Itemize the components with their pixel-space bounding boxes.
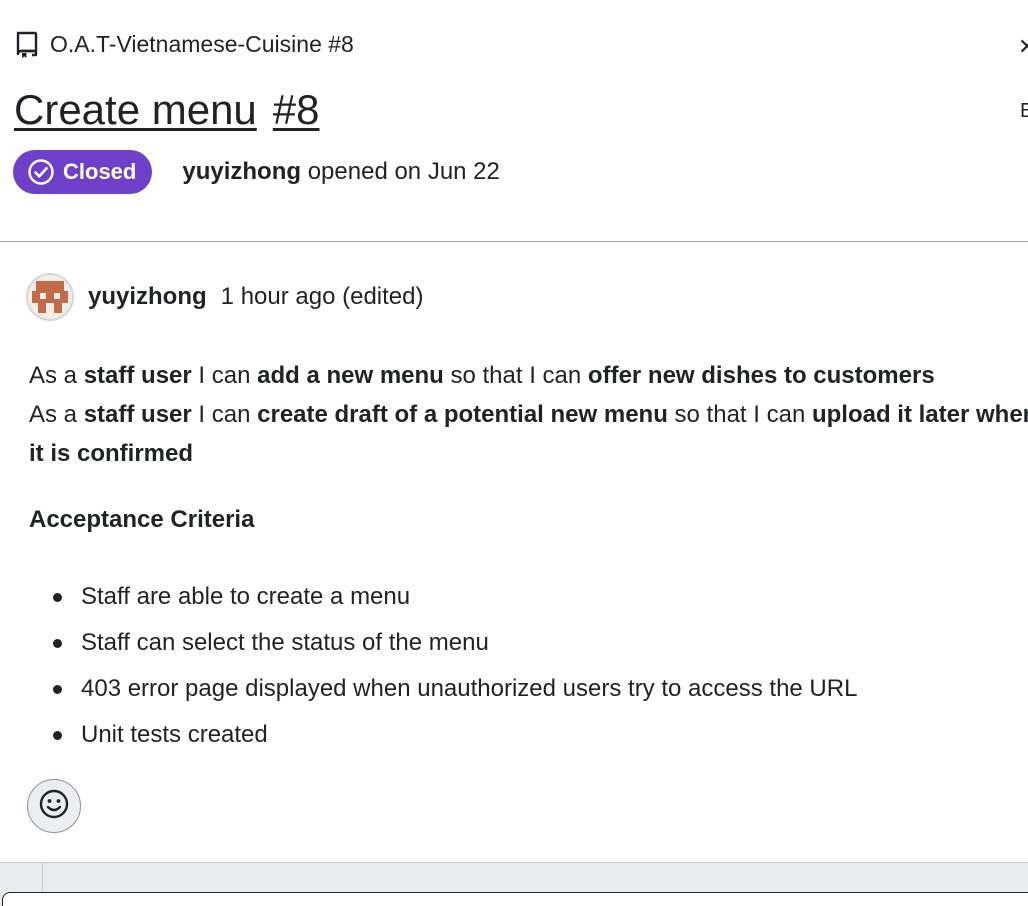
acceptance-criteria-list: Staff are able to create a menu Staff ca…	[53, 574, 857, 758]
bullet-icon	[53, 730, 62, 740]
issue-meta: Closed yuyizhong opened on Jun 22	[13, 150, 500, 194]
next-timeline-box	[2, 892, 1028, 906]
comment-timestamp[interactable]: 1 hour ago (edited)	[221, 283, 424, 311]
repo-icon	[14, 30, 40, 58]
status-label: Closed	[63, 159, 137, 184]
bullet-icon	[53, 638, 62, 648]
bullet-icon	[53, 592, 62, 602]
check-circle-icon	[27, 158, 55, 186]
comment-author[interactable]: yuyizhong	[88, 283, 207, 311]
avatar[interactable]	[26, 273, 74, 321]
status-badge: Closed	[13, 150, 153, 194]
divider	[0, 241, 1028, 242]
list-item: Unit tests created	[53, 712, 857, 758]
comment-body: As a staff user I can add a new menu so …	[29, 356, 1028, 473]
smiley-icon	[38, 788, 70, 825]
opened-text: opened on Jun 22	[307, 158, 500, 185]
acceptance-criteria-heading: Acceptance Criteria	[29, 506, 255, 533]
list-item: Staff are able to create a menu	[53, 574, 857, 620]
user-story-1: As a staff user I can add a new menu so …	[29, 362, 935, 389]
add-reaction-button[interactable]	[27, 779, 81, 833]
bullet-icon	[53, 684, 62, 694]
comment-header: yuyizhong 1 hour ago (edited)	[26, 273, 423, 321]
user-story-2: As a staff user I can create draft of a …	[29, 401, 1028, 467]
edge-close-icon[interactable]: ✕	[1018, 34, 1028, 58]
issue-page: O.A.T-Vietnamese-Cuisine #8 ✕ E Create m…	[0, 0, 1028, 906]
list-item: Staff can select the status of the menu	[53, 620, 857, 666]
list-item: 403 error page displayed when unauthoriz…	[53, 666, 857, 712]
issue-title-row: Create menu #8	[14, 84, 320, 136]
repo-name[interactable]: O.A.T-Vietnamese-Cuisine #8	[50, 31, 354, 58]
edge-letter: E	[1020, 100, 1028, 122]
opened-info: yuyizhong opened on Jun 22	[182, 158, 500, 186]
issue-title[interactable]: Create menu	[14, 84, 257, 136]
issue-number[interactable]: #8	[273, 84, 320, 136]
repo-breadcrumb[interactable]: O.A.T-Vietnamese-Cuisine #8	[14, 30, 354, 58]
issue-author-link[interactable]: yuyizhong	[182, 158, 301, 185]
